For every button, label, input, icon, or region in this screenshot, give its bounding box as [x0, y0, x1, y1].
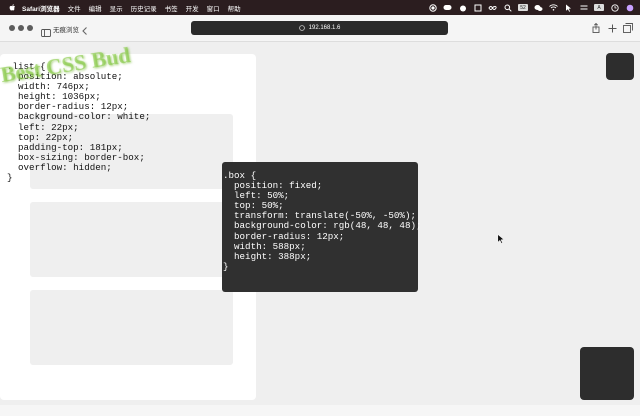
- record-icon[interactable]: [428, 3, 437, 12]
- menu-view[interactable]: 显示: [110, 3, 123, 13]
- close-window-button[interactable]: [9, 25, 15, 31]
- menu-bookmarks[interactable]: 书签: [165, 3, 178, 13]
- address-text: 192.168.1.6: [308, 25, 341, 31]
- menu-bar: Safari浏览器 文件 编辑 显示 历史记录 书签 开发 窗口 帮助 52 A: [0, 0, 640, 15]
- zoom-window-button[interactable]: [27, 25, 33, 31]
- list-item: [30, 202, 233, 277]
- siri-icon[interactable]: [625, 3, 634, 12]
- bottom-strip: [0, 405, 640, 416]
- sidebar-icon[interactable]: [41, 24, 51, 37]
- share-icon[interactable]: [591, 23, 601, 33]
- wechat-icon[interactable]: [534, 3, 543, 12]
- list-panel: .list { position: absolute; width: 746px…: [0, 54, 256, 400]
- infinity-icon[interactable]: [488, 3, 497, 12]
- search-icon[interactable]: [503, 3, 512, 12]
- fixed-box: .box { position: fixed; left: 50%; top: …: [222, 162, 422, 292]
- control-center-icon[interactable]: [579, 3, 588, 12]
- floating-block-bottom: [580, 347, 634, 400]
- input-method-badge[interactable]: A: [594, 4, 604, 11]
- wifi-icon[interactable]: [549, 3, 558, 12]
- browser-toolbar: 无痕浏览 192.168.1.6: [0, 15, 640, 42]
- privacy-shield-icon: [298, 25, 305, 31]
- apple-icon[interactable]: [8, 3, 16, 12]
- menu-app-name[interactable]: Safari浏览器: [22, 3, 60, 13]
- mouse-pointer-icon: [497, 231, 505, 244]
- keyboard-icon[interactable]: 52: [518, 4, 528, 11]
- menu-help[interactable]: 帮助: [228, 3, 241, 13]
- cat-icon[interactable]: [458, 3, 467, 12]
- status-icons: 52 A: [428, 0, 634, 15]
- gamepad-icon[interactable]: [443, 3, 452, 12]
- menu-edit[interactable]: 编辑: [89, 3, 102, 13]
- list-item: [30, 290, 233, 365]
- tab-overview-icon[interactable]: [623, 23, 633, 33]
- puzzle-icon[interactable]: [473, 3, 482, 12]
- menu-file[interactable]: 文件: [68, 3, 81, 13]
- menu-develop[interactable]: 开发: [186, 3, 199, 13]
- private-tab-label[interactable]: 无痕浏览: [53, 24, 79, 34]
- new-tab-icon[interactable]: [607, 23, 617, 33]
- box-css-code: .box { position: fixed; left: 50%; top: …: [223, 170, 422, 272]
- clock-icon[interactable]: [610, 3, 619, 12]
- back-chevron-icon[interactable]: [81, 23, 89, 35]
- menu-window[interactable]: 窗口: [207, 3, 220, 13]
- menu-history[interactable]: 历史记录: [131, 3, 157, 13]
- minimize-window-button[interactable]: [18, 25, 24, 31]
- floating-block-top: [606, 53, 634, 80]
- cursor-icon[interactable]: [564, 3, 573, 12]
- address-bar[interactable]: 192.168.1.6: [191, 21, 448, 35]
